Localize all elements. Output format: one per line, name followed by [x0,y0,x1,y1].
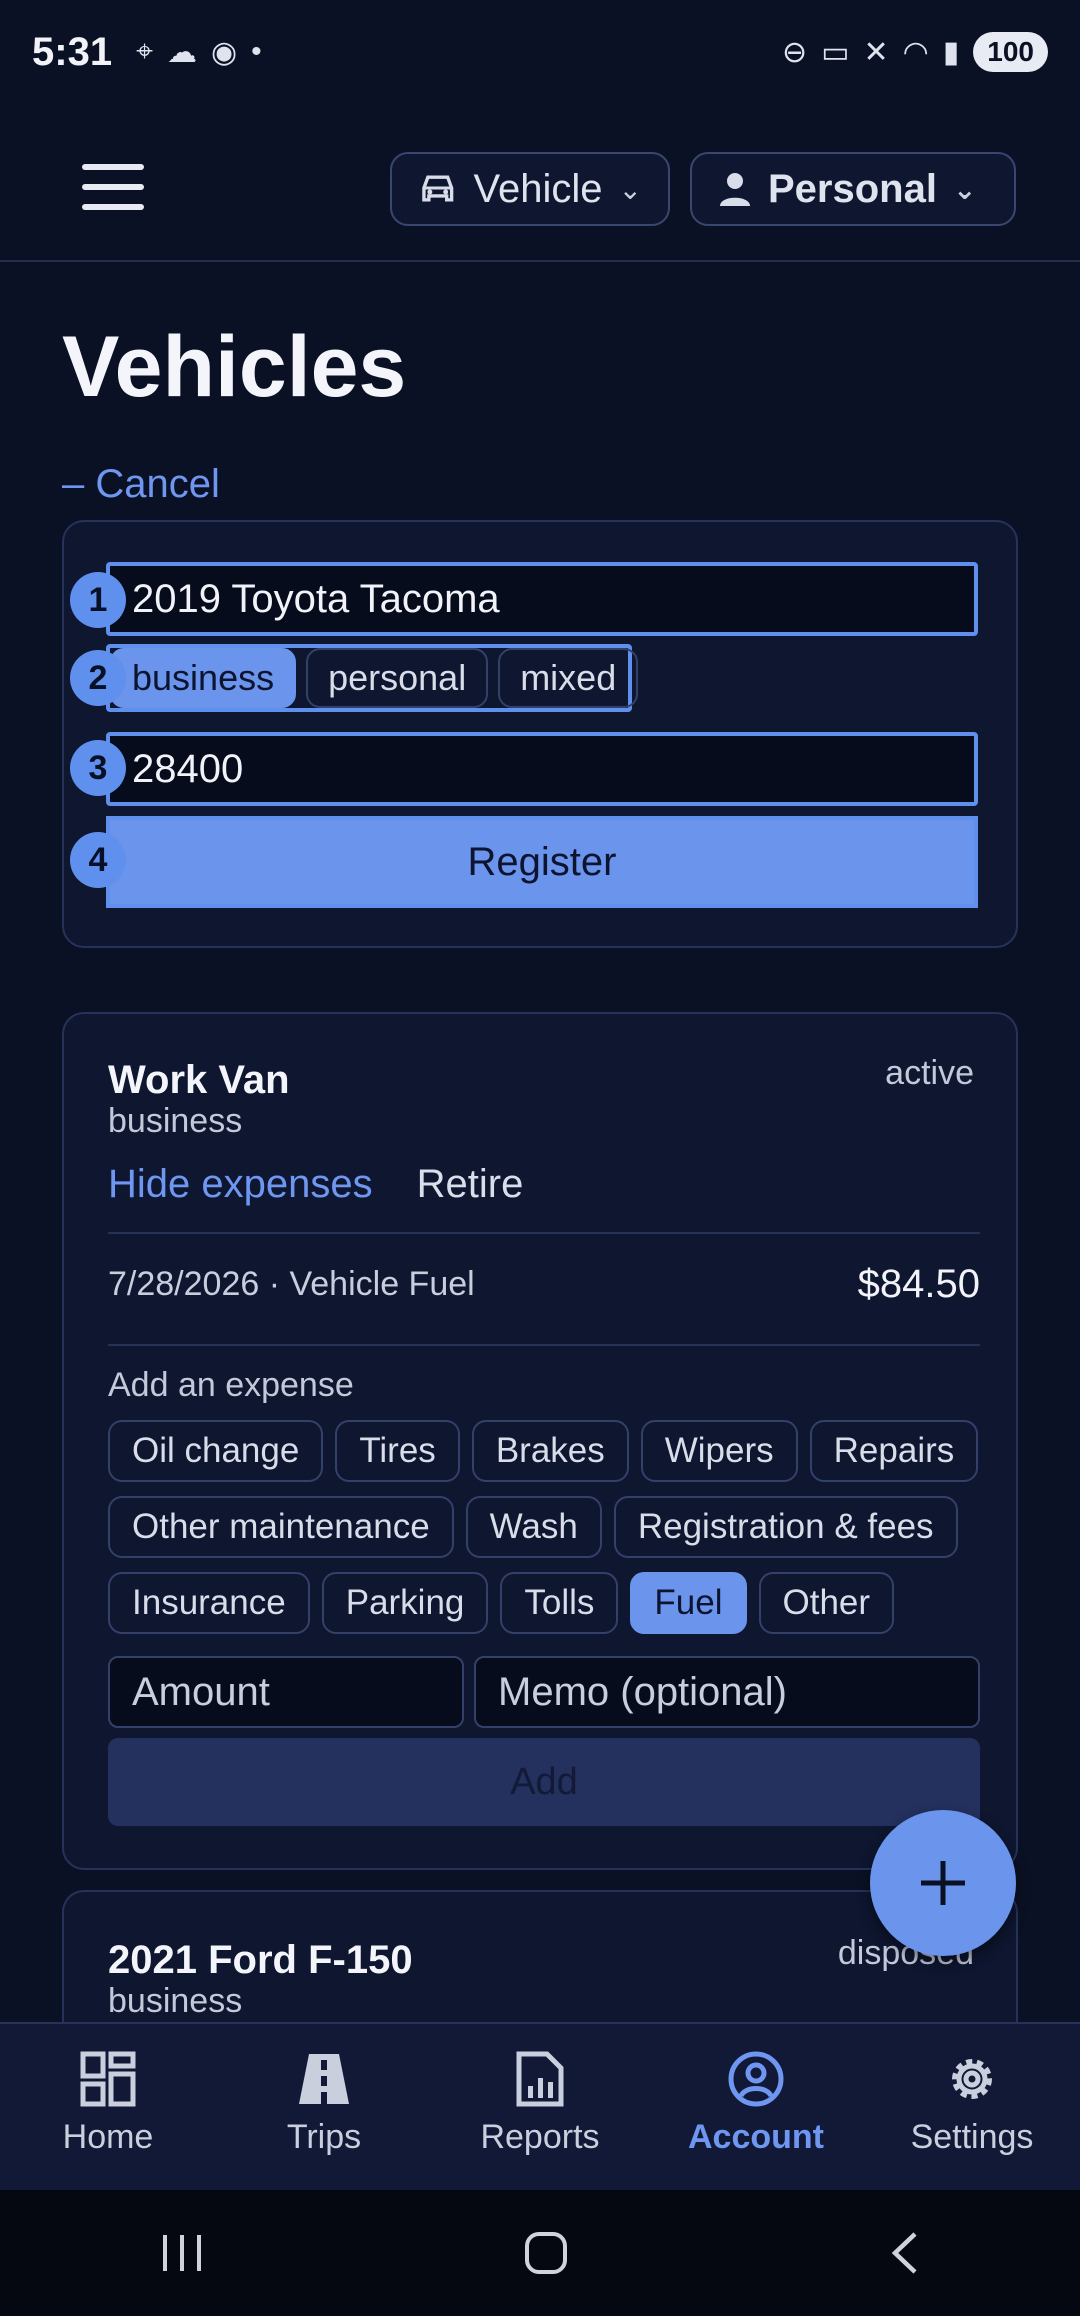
add-expense-title: Add an expense [108,1366,354,1404]
odometer-field[interactable]: 28400 [106,732,978,806]
add-expense-button[interactable]: Add [108,1738,980,1826]
nav-trips[interactable]: Trips [216,2024,432,2190]
chevron-down-icon: ⌄ [952,173,977,205]
usage-option-business[interactable]: business [110,648,297,708]
location-icon: ⌖ [136,35,153,68]
expense-category-chips: Oil change Tires Brakes Wipers Repairs O… [108,1420,980,1634]
add-fab-button[interactable] [870,1810,1016,1956]
category-chip[interactable]: Tires [335,1420,460,1482]
nav-label: Account [688,2118,824,2156]
page-title: Vehicles [62,319,407,415]
dnd-icon: ⊖ [781,35,808,69]
vehicle-actions: Hide expenses Retire [108,1162,523,1207]
profile-selector[interactable]: Personal ⌄ [690,152,1016,226]
expense-description: 7/28/2026 · Vehicle Fuel [108,1265,475,1303]
nav-label: Home [62,2118,154,2156]
category-chip[interactable]: Repairs [809,1420,979,1482]
retire-link[interactable]: Retire [417,1162,524,1207]
person-icon [720,173,750,206]
home-grid-icon [80,2051,136,2107]
profile-label: Personal [768,166,937,211]
vehicle-name-field[interactable]: 2019 Toyota Tacoma [106,562,978,636]
hide-expenses-link[interactable]: Hide expenses [108,1162,373,1207]
mode-selector[interactable]: Vehicle ⌄ [390,152,670,226]
vehicle-type: business [108,1102,243,1140]
nav-account[interactable]: Account [648,2024,864,2190]
category-chip[interactable]: Other maintenance [108,1496,454,1558]
category-chip[interactable]: Brakes [471,1420,629,1482]
status-time: 5:31 [32,29,113,74]
battery-icon: 100 [973,32,1048,72]
weather-icon: ☁ [166,35,197,69]
gear-icon [952,2059,992,2099]
system-icons: ⊖ ▭ ✕ ◠ ▮ 100 [782,32,1048,72]
road-icon [299,2054,349,2104]
chevron-down-icon: ⌄ [618,173,642,205]
status-bar: 5:31 ⌖ ☁ ◉ • ⊖ ▭ ✕ ◠ ▮ 100 [0,0,1080,104]
dot-icon: • [251,35,262,68]
annotation-badge: 3 [70,740,126,796]
menu-icon[interactable] [82,164,144,210]
account-icon [728,2051,784,2107]
nav-home[interactable]: Home [0,2024,216,2190]
category-chip[interactable]: Wipers [640,1420,798,1482]
signal-icon: ▮ [942,35,960,69]
category-chip[interactable]: Insurance [108,1572,310,1634]
amount-input[interactable]: Amount [108,1656,464,1728]
report-icon [516,2051,564,2107]
category-chip[interactable]: Oil change [108,1420,324,1482]
vehicle-type: business [108,1982,243,2020]
notification-icons: ⌖ ☁ ◉ • [136,35,262,70]
nav-settings[interactable]: Settings [864,2024,1080,2190]
bottom-navigation: Home Trips Reports Account Settings [0,2022,1080,2190]
vehicle-name: Work Van [108,1058,290,1102]
plus-icon [921,1861,965,1905]
vehicle-card: Work Van business active Hide expenses R… [62,1012,1018,1870]
category-chip[interactable]: Other [758,1572,895,1634]
register-vehicle-card: 2019 Toyota Tacoma business personal mix… [62,520,1018,948]
wifi-icon: ◠ [902,35,929,69]
usage-option-mixed[interactable]: mixed [498,648,639,708]
divider [108,1344,980,1346]
category-chip-selected[interactable]: Fuel [630,1572,747,1634]
annotation-badge: 1 [70,572,126,628]
register-button[interactable]: Register [106,816,978,908]
annotation-badge: 2 [70,650,126,706]
expense-amount: $84.50 [857,1262,980,1306]
discord-icon: ◉ [210,35,238,69]
nav-label: Settings [910,2118,1034,2156]
vehicle-status: active [885,1054,974,1092]
usage-option-personal[interactable]: personal [306,648,489,708]
memo-input[interactable]: Memo (optional) [474,1656,980,1728]
system-navigation-bar [0,2190,1080,2316]
expense-row: 7/28/2026 · Vehicle Fuel $84.50 [108,1262,980,1307]
divider [108,1232,980,1234]
nav-label: Trips [286,2118,362,2156]
recents-icon[interactable] [159,2233,205,2273]
home-icon[interactable] [523,2230,569,2276]
cancel-link[interactable]: – Cancel [62,462,220,507]
category-chip[interactable]: Registration & fees [613,1496,958,1558]
mode-label: Vehicle [473,166,603,211]
category-chip[interactable]: Wash [465,1496,602,1558]
app-bar: Vehicle ⌄ Personal ⌄ [0,104,1080,262]
car-icon [422,175,454,202]
back-icon[interactable] [887,2230,921,2276]
usage-segmented-control: business personal mixed [106,644,639,712]
sleep-icon: ▭ [821,35,850,69]
category-chip[interactable]: Parking [321,1572,489,1634]
annotation-badge: 4 [70,832,126,888]
mute-icon: ✕ [863,35,889,69]
category-chip[interactable]: Tolls [500,1572,619,1634]
nav-label: Reports [480,2118,600,2156]
nav-reports[interactable]: Reports [432,2024,648,2190]
vehicle-name: 2021 Ford F-150 [108,1938,413,1982]
